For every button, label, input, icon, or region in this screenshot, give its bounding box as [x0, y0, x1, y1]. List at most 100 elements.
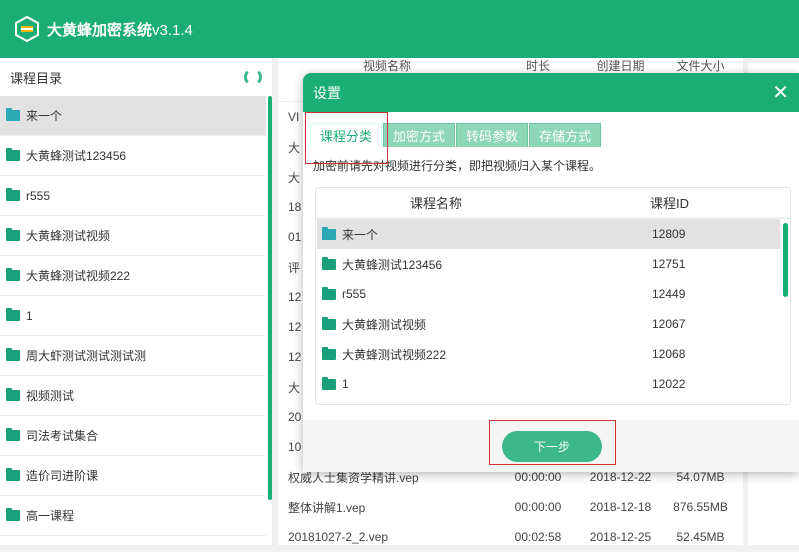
- tab-3[interactable]: 存储方式: [529, 123, 601, 147]
- tab-2[interactable]: 转码参数: [456, 123, 528, 147]
- course-id: 12067: [652, 317, 686, 331]
- created-date: 2018-12-18: [589, 500, 652, 514]
- sidebar-item-label: 司法考试集合: [26, 429, 99, 443]
- file-size: 54.07MB: [676, 470, 725, 484]
- duration: 00:00:00: [514, 470, 562, 484]
- app-header: 大黄蜂加密系统v3.1.4: [0, 0, 799, 58]
- table-row[interactable]: 20181027-2_2.vep 00:02:58 2018-12-25 52.45M…: [278, 522, 743, 552]
- dialog-title: 设置: [313, 84, 341, 101]
- course-table: 课程名称 课程ID 来一个 12809 大黄蜂测试123456 12751 r555 124…: [315, 187, 791, 405]
- settings-dialog: 设置 ✕ 课程分类 加密方式 转码参数 存储方式 加密前请先对视频进行分类，即把视频归入…: [303, 73, 799, 472]
- course-row[interactable]: 大黄蜂测试视频 12067: [317, 309, 780, 339]
- sidebar-course-item[interactable]: 大黄蜂测试123456: [0, 136, 266, 176]
- next-step-button[interactable]: 下一步: [502, 431, 602, 462]
- course-name-cell: 大黄蜂测试视频: [317, 316, 652, 333]
- sidebar-item-label: 1: [26, 308, 33, 323]
- course-name: 来一个: [342, 227, 379, 242]
- sidebar-course-item[interactable]: 来一个: [0, 96, 266, 136]
- course-row[interactable]: 大黄蜂测试123456 12751: [317, 249, 780, 279]
- course-name: r555: [342, 287, 367, 301]
- folder-icon: [322, 286, 336, 300]
- course-name-cell: 1: [317, 376, 652, 391]
- sidebar-item-label: r555: [26, 188, 51, 203]
- sidebar-item-label: 大黄蜂测试123456: [26, 149, 127, 163]
- duration: 00:02:58: [514, 530, 562, 544]
- course-row[interactable]: 来一个 12809: [317, 219, 780, 249]
- sidebar-item-label: 周大虾测试测试测试测: [26, 349, 147, 363]
- folder-icon: [6, 188, 20, 201]
- folder-icon: [322, 226, 336, 240]
- sidebar-course-item[interactable]: 司法考试集合: [0, 416, 266, 456]
- course-id: 12068: [652, 347, 686, 361]
- course-name-cell: 大黄蜂测试123456: [317, 256, 652, 273]
- sidebar-course-item[interactable]: 高一课程: [0, 496, 266, 536]
- sidebar-course-item[interactable]: 1: [0, 296, 266, 336]
- sidebar-item-label: 大黄蜂测试视频222: [26, 269, 131, 283]
- folder-icon: [322, 346, 336, 360]
- sidebar-item-label: 视频测试: [26, 389, 75, 403]
- course-id: 12751: [652, 257, 686, 271]
- course-name: 1: [342, 377, 349, 391]
- video-name: 20181027-2_2.vep: [288, 530, 389, 544]
- course-name-cell: 来一个: [317, 226, 652, 243]
- sidebar-item-label: 高一课程: [26, 509, 75, 523]
- app-title: 大黄蜂加密系统v3.1.4: [47, 21, 193, 39]
- sidebar-course-item[interactable]: 大黄蜂测试视频222: [0, 256, 266, 296]
- folder-icon: [6, 108, 20, 121]
- dialog-description: 加密前请先对视频进行分类，即把视频归入某个课程。: [313, 159, 602, 173]
- course-name-cell: r555: [317, 286, 652, 301]
- course-row[interactable]: r555 12449: [317, 279, 780, 309]
- sidebar-scrollbar[interactable]: [268, 96, 272, 500]
- video-name: 整体讲解1.vep: [288, 500, 366, 515]
- course-name: 大黄蜂测试123456: [342, 257, 443, 272]
- course-name-cell: 大黄蜂测试视频222: [317, 346, 652, 363]
- course-table-scrollbar[interactable]: [783, 223, 788, 297]
- file-size: 52.45MB: [676, 530, 725, 544]
- close-icon[interactable]: ✕: [772, 80, 789, 105]
- sidebar-item-label: 造价司进阶课: [26, 469, 99, 483]
- folder-icon: [6, 508, 20, 521]
- logo-icon: [15, 16, 39, 42]
- course-sidebar: 课程目录 来一个大黄蜂测试123456 r555 大黄蜂测试视频大黄蜂测试视频222…: [0, 58, 272, 545]
- col-size: 文件大小: [676, 59, 725, 73]
- folder-icon: [6, 308, 20, 321]
- duration: 00:00:00: [514, 500, 562, 514]
- folder-icon: [6, 388, 20, 401]
- folder-icon: [6, 228, 20, 241]
- course-id: 12022: [652, 377, 686, 391]
- created-date: 2018-12-22: [589, 470, 652, 484]
- sidebar-course-item[interactable]: 周大虾测试测试测试测: [0, 336, 266, 376]
- course-row[interactable]: 大黄蜂测试视频222 12068: [317, 339, 780, 369]
- folder-icon: [6, 148, 20, 161]
- sidebar-course-item[interactable]: 造价司进阶课: [0, 456, 266, 496]
- col-name: 视频名称: [363, 59, 412, 73]
- folder-icon: [322, 256, 336, 270]
- sidebar-course-item[interactable]: 大黄蜂测试视频: [0, 216, 266, 256]
- file-size: 876.55MB: [673, 500, 728, 514]
- sidebar-course-item[interactable]: 视频测试: [0, 376, 266, 416]
- tab-1[interactable]: 加密方式: [383, 123, 455, 147]
- folder-icon: [6, 348, 20, 361]
- sidebar-item-label: 来一个: [26, 109, 63, 123]
- refresh-icon[interactable]: [244, 68, 262, 86]
- dialog-footer: 下一步: [303, 420, 799, 472]
- col-date: 创建日期: [596, 59, 645, 73]
- folder-icon: [6, 428, 20, 441]
- course-name: 大黄蜂测试视频: [342, 317, 427, 332]
- sidebar-title: 课程目录: [10, 70, 63, 86]
- col-course-id: 课程ID: [650, 196, 690, 211]
- folder-icon: [6, 268, 20, 281]
- folder-icon: [6, 468, 20, 481]
- course-id: 12449: [652, 287, 686, 301]
- folder-icon: [322, 376, 336, 390]
- table-row[interactable]: 整体讲解1.vep 00:00:00 2018-12-18 876.55MB: [278, 492, 743, 522]
- tab-0[interactable]: 课程分类: [310, 123, 382, 147]
- course-row[interactable]: 1 12022: [317, 369, 780, 399]
- course-name: 大黄蜂测试视频222: [342, 347, 447, 362]
- col-course-name: 课程名称: [409, 196, 462, 211]
- sidebar-course-item[interactable]: r555: [0, 176, 266, 216]
- created-date: 2018-12-25: [589, 530, 652, 544]
- sidebar-item-label: 大黄蜂测试视频: [26, 229, 111, 243]
- col-duration: 时长: [525, 59, 550, 73]
- course-id: 12809: [652, 227, 686, 241]
